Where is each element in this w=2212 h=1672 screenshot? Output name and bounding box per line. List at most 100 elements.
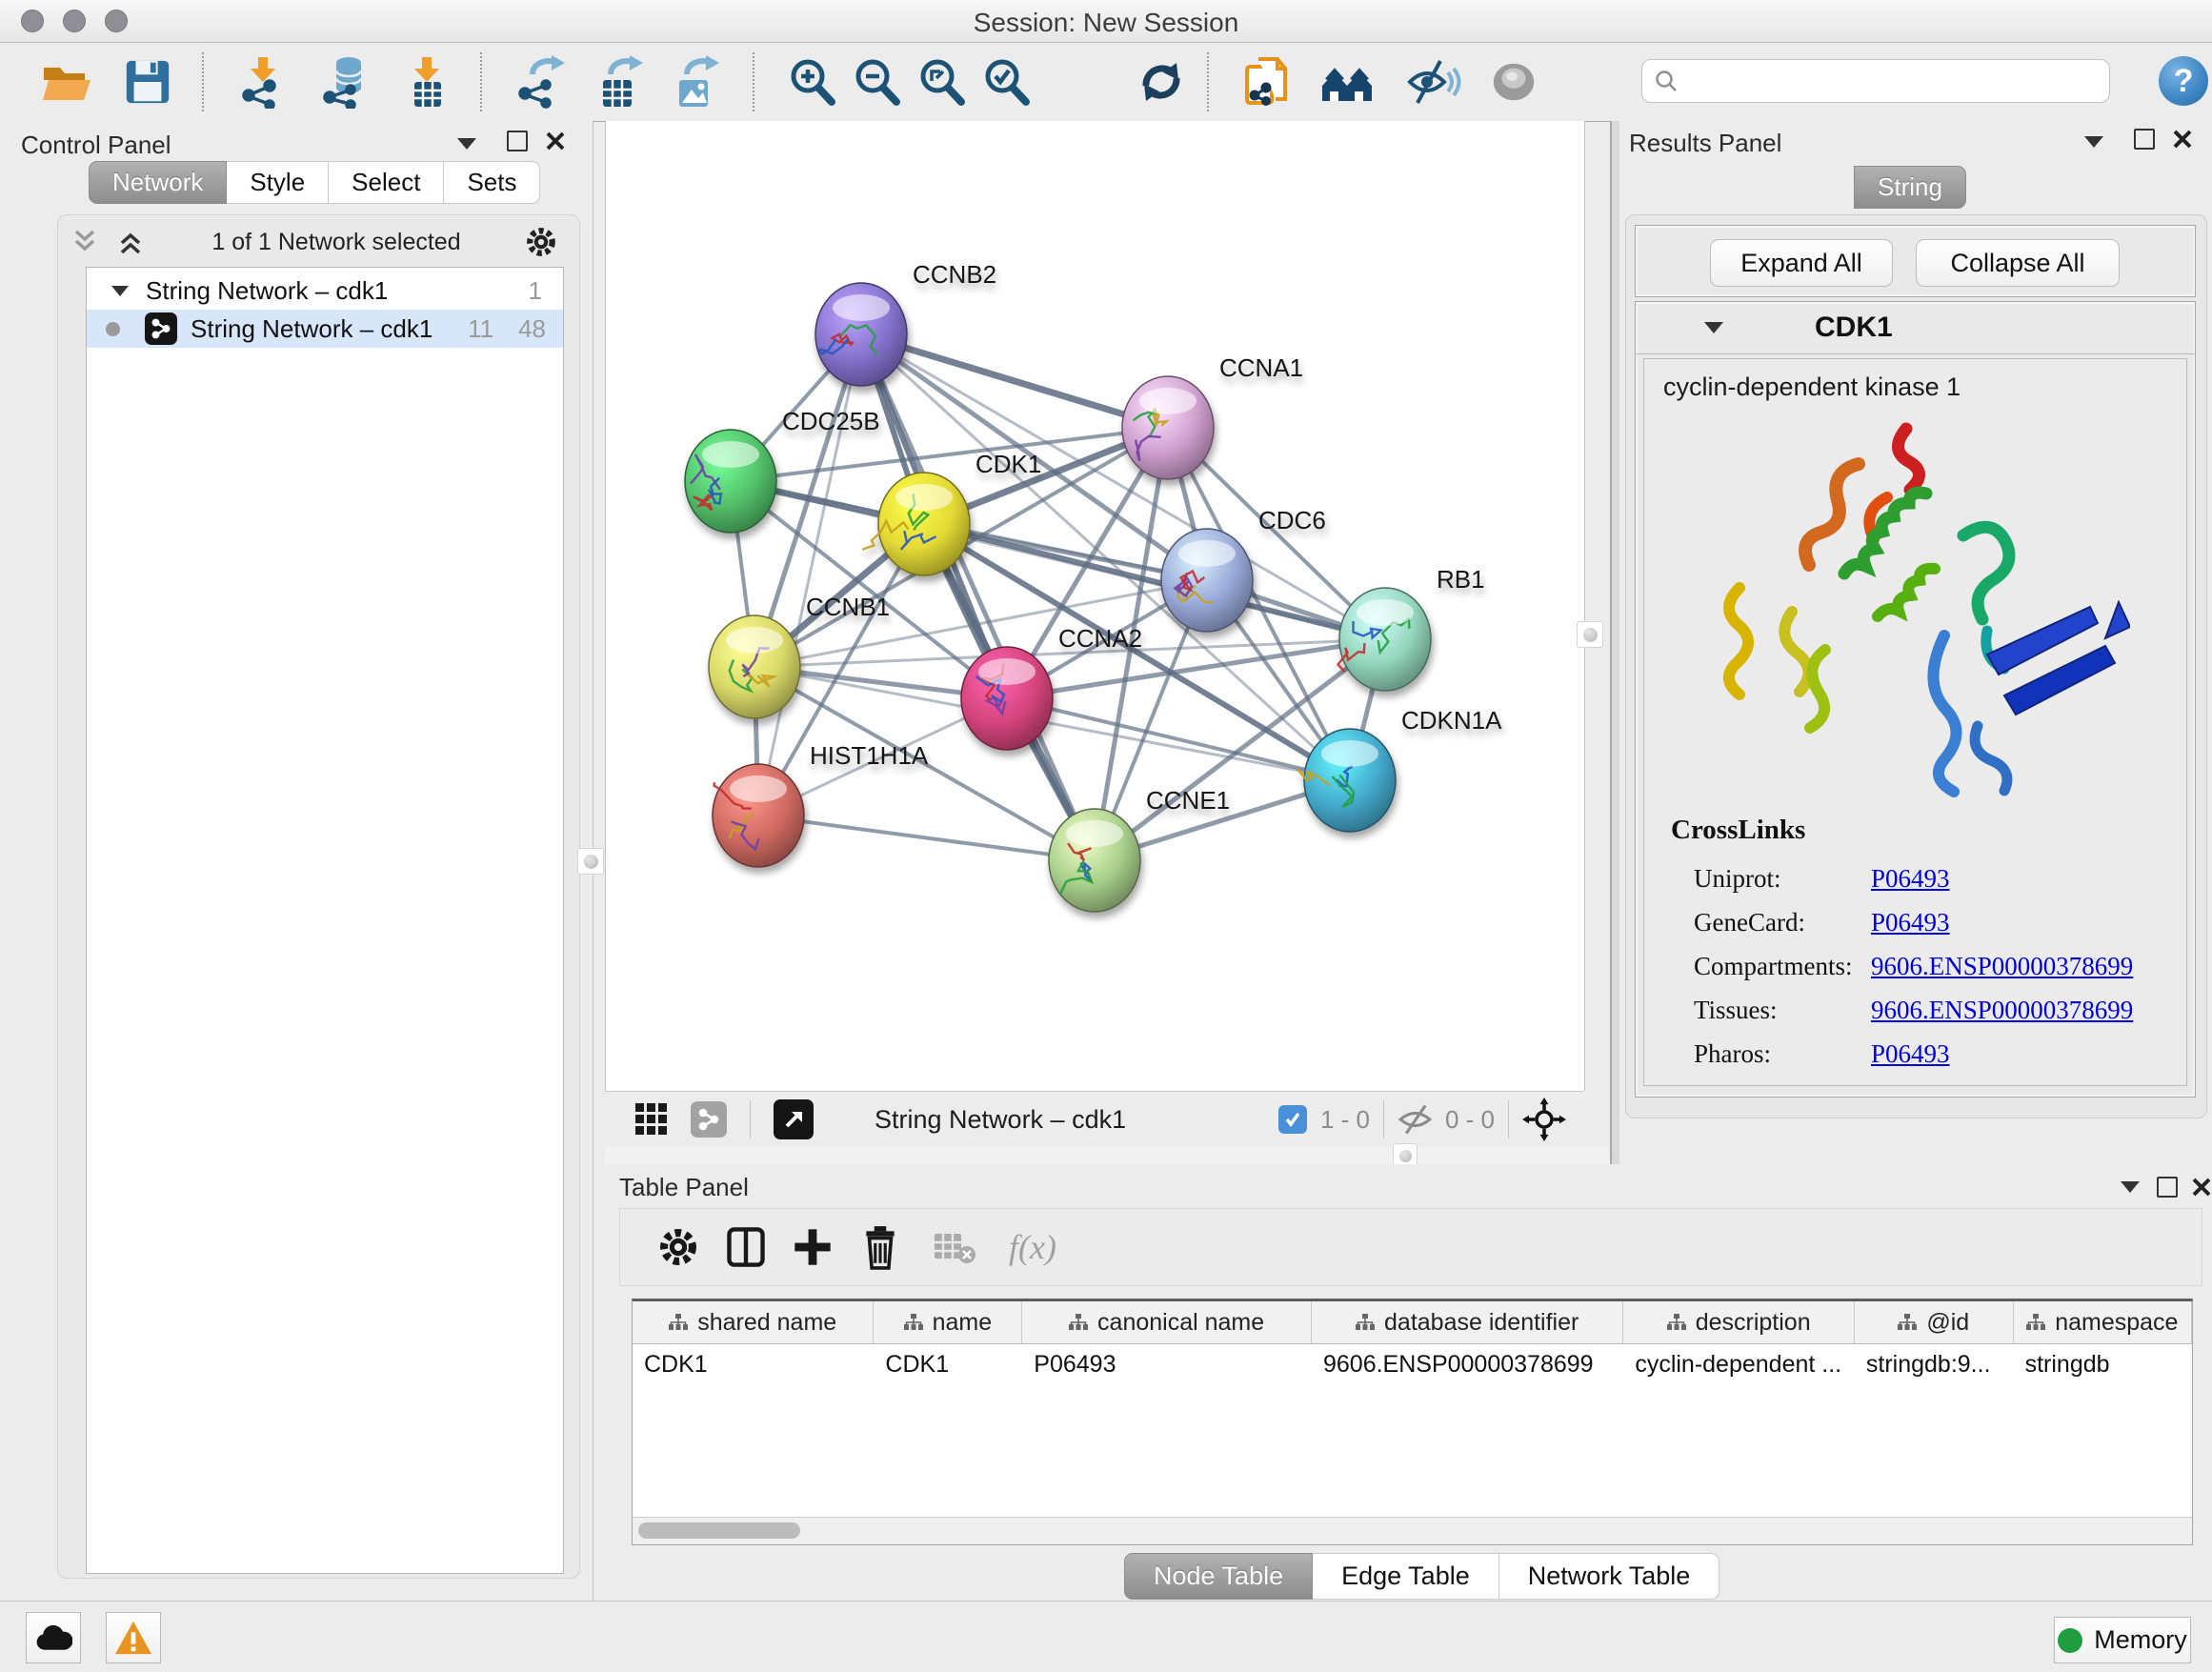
cloud-status-button[interactable] <box>26 1612 81 1663</box>
table-cell[interactable]: CDK1 <box>874 1344 1022 1384</box>
string-home-button[interactable] <box>1319 54 1375 110</box>
refresh-view-button[interactable] <box>1134 54 1189 110</box>
fx-equation-icon[interactable]: f(x) <box>1009 1227 1056 1267</box>
network-node-cdc25b[interactable]: CDC25B <box>685 407 880 533</box>
string-import-button[interactable] <box>1238 54 1294 110</box>
delete-table-icon[interactable] <box>933 1228 976 1266</box>
network-tree-row-selected[interactable]: String Network – cdk1 11 48 <box>87 310 563 348</box>
crosslink-uniprot-link[interactable]: P06493 <box>1871 856 1950 900</box>
panel-maximize-icon[interactable] <box>507 131 528 151</box>
column-header-namespace[interactable]: namespace <box>2014 1301 2192 1343</box>
panel-float-icon[interactable] <box>457 138 476 150</box>
network-node-cdk1[interactable]: CDK1 <box>862 450 1041 575</box>
table-cell[interactable]: P06493 <box>1022 1344 1312 1384</box>
network-node-cdkn1a[interactable]: CDKN1A <box>1297 706 1502 832</box>
control-panel-title: Control Panel <box>21 131 171 160</box>
network-node-ccnb1[interactable]: CCNB1 <box>709 593 890 718</box>
tab-network-table[interactable]: Network Table <box>1499 1553 1720 1600</box>
panel-maximize-icon[interactable] <box>2157 1177 2178 1198</box>
open-session-button[interactable] <box>38 54 93 110</box>
table-gear-icon[interactable] <box>656 1225 700 1269</box>
crosslink-pharos-link[interactable]: P06493 <box>1871 1032 1950 1076</box>
network-graph[interactable]: CCNB2CCNA1CDC25BCDK1CDC6RB1CCNB1CCNA2CDK… <box>606 121 1584 1091</box>
network-edge[interactable] <box>758 816 1095 860</box>
tab-select[interactable]: Select <box>329 161 444 204</box>
scrollbar-thumb[interactable] <box>638 1522 800 1539</box>
network-edge[interactable] <box>861 334 1095 860</box>
hidden-eye-icon[interactable] <box>1398 1103 1436 1136</box>
table-cell[interactable]: cyclin-dependent ... <box>1623 1344 1855 1384</box>
network-node-ccna1[interactable]: CCNA1 <box>1122 353 1303 479</box>
panel-close-icon[interactable] <box>2191 1177 2212 1198</box>
tree-collapse-caret-icon[interactable] <box>111 286 129 296</box>
table-row[interactable]: CDK1CDK1P064939606.ENSP00000378699cyclin… <box>633 1344 2192 1384</box>
right-splitter[interactable] <box>1610 121 1619 1164</box>
tab-edge-table[interactable]: Edge Table <box>1313 1553 1499 1600</box>
gear-icon[interactable] <box>524 225 558 259</box>
tab-sets[interactable]: Sets <box>444 161 540 204</box>
gene-collapse-caret-icon[interactable] <box>1704 322 1723 333</box>
column-header-name[interactable]: name <box>874 1301 1022 1343</box>
warnings-button[interactable] <box>106 1612 161 1663</box>
gene-card-header[interactable]: CDK1 <box>1636 302 2195 354</box>
add-column-icon[interactable] <box>792 1226 834 1268</box>
network-node-ccne1[interactable]: CCNE1 <box>1049 786 1230 912</box>
tab-network[interactable]: Network <box>89 161 227 204</box>
zoom-fit-button[interactable] <box>915 54 970 110</box>
column-header-shared-name[interactable]: shared name <box>633 1301 874 1343</box>
panel-close-icon[interactable] <box>545 131 566 151</box>
birds-eye-view-button[interactable] <box>1486 54 1541 110</box>
network-edge[interactable] <box>861 334 1168 428</box>
network-node-rb1[interactable]: RB1 <box>1338 565 1485 691</box>
table-cell[interactable]: 9606.ENSP00000378699 <box>1312 1344 1623 1384</box>
table-cell[interactable]: stringdb <box>2014 1344 2192 1384</box>
expand-all-icon[interactable] <box>116 228 149 256</box>
column-header-canonical-name[interactable]: canonical name <box>1022 1301 1312 1343</box>
panel-close-icon[interactable] <box>2172 129 2193 150</box>
string-view-icon[interactable] <box>691 1101 727 1138</box>
network-canvas[interactable]: CCNB2CCNA1CDC25BCDK1CDC6RB1CCNB1CCNA2CDK… <box>605 121 1585 1091</box>
help-button[interactable]: ? <box>2159 56 2208 106</box>
tab-node-table[interactable]: Node Table <box>1124 1553 1313 1600</box>
zoom-out-button[interactable] <box>850 54 905 110</box>
grid-view-icon[interactable] <box>633 1101 670 1138</box>
panel-float-icon[interactable] <box>2121 1181 2140 1193</box>
detach-view-icon[interactable] <box>774 1099 814 1139</box>
memory-button[interactable]: Memory <box>2054 1617 2191 1663</box>
import-table-file-button[interactable] <box>400 54 455 110</box>
export-network-button[interactable] <box>513 54 568 110</box>
export-table-button[interactable] <box>591 54 646 110</box>
table-horizontal-scrollbar[interactable] <box>633 1517 2192 1544</box>
selected-checkbox-icon[interactable] <box>1278 1105 1307 1134</box>
crosslink-genecard-link[interactable]: P06493 <box>1871 900 1950 944</box>
zoom-in-button[interactable] <box>785 54 840 110</box>
crosslink-tissues-link[interactable]: 9606.ENSP00000378699 <box>1871 988 2133 1032</box>
column-header-database-identifier[interactable]: database identifier <box>1312 1301 1623 1343</box>
collapse-all-button[interactable]: Collapse All <box>1916 239 2120 287</box>
expand-all-button[interactable]: Expand All <box>1710 239 1893 287</box>
search-input[interactable] <box>1679 67 2082 95</box>
export-image-button[interactable] <box>667 54 722 110</box>
import-network-file-button[interactable] <box>236 54 292 110</box>
table-cell[interactable]: stringdb:9... <box>1855 1344 2014 1384</box>
network-tree-root-row[interactable]: String Network – cdk1 1 <box>87 272 563 310</box>
show-columns-icon[interactable] <box>725 1225 767 1269</box>
tab-string[interactable]: String <box>1854 166 1966 209</box>
collapse-all-icon[interactable] <box>70 228 103 256</box>
panel-maximize-icon[interactable] <box>2134 129 2155 150</box>
table-cell[interactable]: CDK1 <box>633 1344 874 1384</box>
import-network-database-button[interactable] <box>319 54 374 110</box>
right-splitter-handle[interactable] <box>1577 621 1603 648</box>
left-splitter-handle[interactable] <box>577 848 604 875</box>
zoom-selected-button[interactable] <box>979 54 1035 110</box>
network-node-hist1h1a[interactable]: HIST1H1A <box>713 741 929 867</box>
show-graphics-details-button[interactable] <box>1406 54 1461 110</box>
fit-content-crosshair-icon[interactable] <box>1522 1098 1566 1141</box>
panel-float-icon[interactable] <box>2084 136 2103 148</box>
save-session-button[interactable] <box>120 54 175 110</box>
delete-column-icon[interactable] <box>860 1224 900 1270</box>
column-header-description[interactable]: description <box>1623 1301 1855 1343</box>
tab-style[interactable]: Style <box>227 161 329 204</box>
column-header--id[interactable]: @id <box>1855 1301 2014 1343</box>
crosslink-compartments-link[interactable]: 9606.ENSP00000378699 <box>1871 944 2133 988</box>
